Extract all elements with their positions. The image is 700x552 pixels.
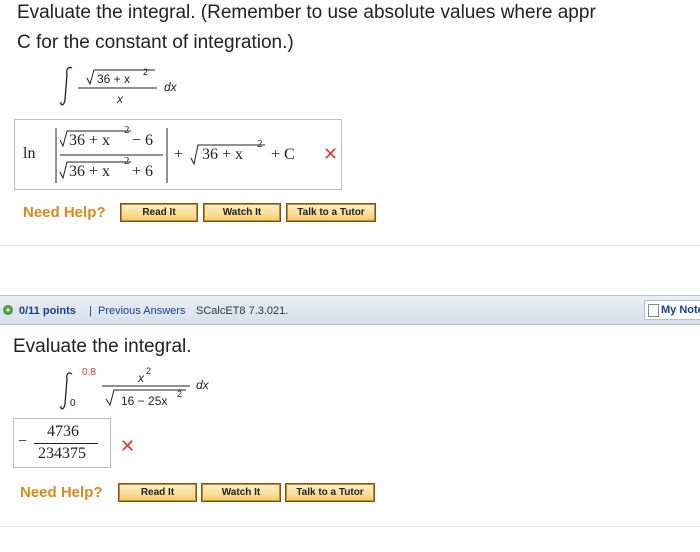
fraction-numerator: 36 + x [69,132,111,149]
question-code: SCalcET8 7.3.021. [196,305,289,317]
plus-sign: + [174,146,184,163]
fraction-denominator: 36 + x [69,163,111,180]
answer-field[interactable]: − 4736 234375 [13,418,111,468]
integrand-differential: dx [164,80,177,94]
integral-sign-icon [60,66,157,106]
read-it-button[interactable]: Read It [120,203,198,222]
bar-separator: | [89,305,92,317]
fraction-denominator: 234375 [38,445,86,462]
question-divider [0,245,700,246]
constant-term: + C [271,146,295,163]
previous-answers-link[interactable]: Previous Answers [98,305,185,317]
my-notes-button[interactable]: My Note [644,300,700,320]
talk-to-tutor-button[interactable]: Talk to a Tutor [286,203,376,222]
question-1-instruction-line-1: Evaluate the integral. (Remember to use … [17,2,596,23]
points-label: 0/11 points [19,305,76,317]
lower-limit: 0 [70,398,76,409]
plus-circle-icon[interactable]: + [3,305,13,315]
integrand-radicand: 16 − 25x [121,394,168,408]
integrand-numerator-exponent: 2 [146,366,152,376]
incorrect-icon: ✕ [120,436,136,456]
fraction-denominator-tail: + 6 [132,163,154,180]
integrand-radicand-exponent: 2 [177,389,183,399]
read-it-button[interactable]: Read It [118,483,197,502]
fraction-denominator-exponent: 2 [124,155,130,167]
notes-page-icon [648,304,659,317]
sqrt-term: 36 + x [202,146,244,163]
answer-field[interactable]: ln 36 + x 2 − 6 36 + x 2 + 6 + 36 + x 2 … [14,119,342,190]
my-notes-label: My Note [661,304,700,316]
integrand-numerator: x [138,371,144,385]
upper-limit: 0.8 [82,367,96,378]
watch-it-button[interactable]: Watch It [201,483,281,502]
integrand-exponent: 2 [143,67,149,77]
question-header-bar: + 0/11 points | Previous Answers SCalcET… [0,295,700,325]
need-help-label: Need Help? [23,204,106,221]
sqrt-term-exponent: 2 [257,138,263,150]
question-divider [0,526,700,527]
integrand-differential: dx [196,378,209,392]
negative-sign: − [18,433,28,450]
integrand-radicand: 36 + x [97,72,131,86]
talk-to-tutor-button[interactable]: Talk to a Tutor [285,483,375,502]
fraction-numerator-tail: − 6 [132,132,154,149]
integrand-denominator: x [117,92,123,106]
incorrect-icon: ✕ [323,144,339,164]
question-1-instruction-line-2: C for the constant of integration.) [17,32,294,53]
watch-it-button[interactable]: Watch It [203,203,281,222]
fraction-bar [34,443,98,444]
question-2-integral: 0.8 0 x 2 16 − 25x 2 dx [60,366,220,416]
need-help-label: Need Help? [20,484,103,501]
fraction-numerator: 4736 [47,423,79,440]
question-2-instruction: Evaluate the integral. [13,336,192,357]
ln-label: ln [23,145,36,162]
fraction-numerator-exponent: 2 [124,124,130,136]
question-1-integral: 36 + x 2 dx x [60,64,200,110]
